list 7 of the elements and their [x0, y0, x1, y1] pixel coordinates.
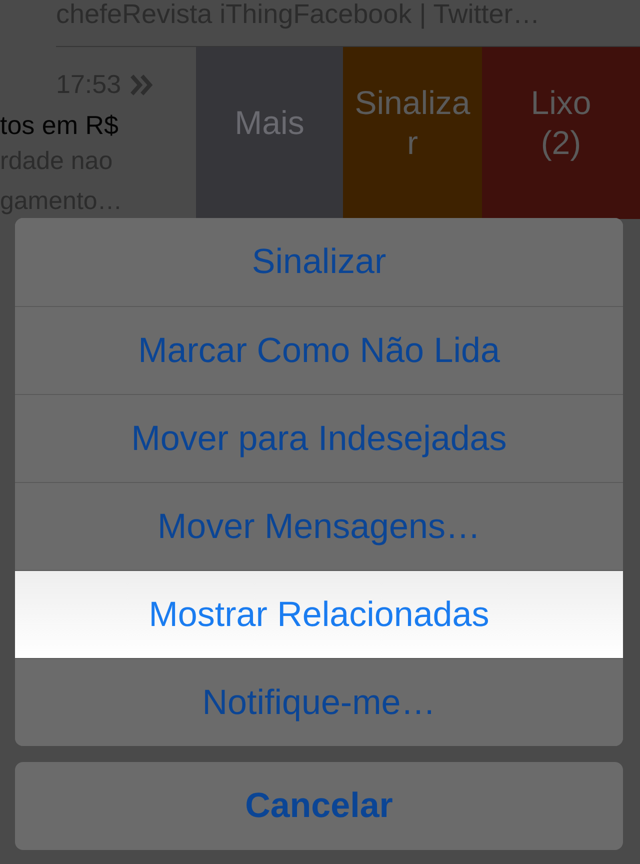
swipe-action-button[interactable]: Sinaliza r [343, 47, 482, 219]
cancel-button[interactable]: Cancelar [15, 762, 623, 850]
action-sheet-item[interactable]: Notifique-me… [15, 658, 623, 746]
action-sheet-item[interactable]: Mostrar Relacionadas [15, 570, 623, 658]
double-chevron-icon [129, 74, 156, 96]
swipe-action-button[interactable]: Lixo (2) [482, 47, 640, 219]
message-subject: tos em R$ [0, 110, 118, 141]
